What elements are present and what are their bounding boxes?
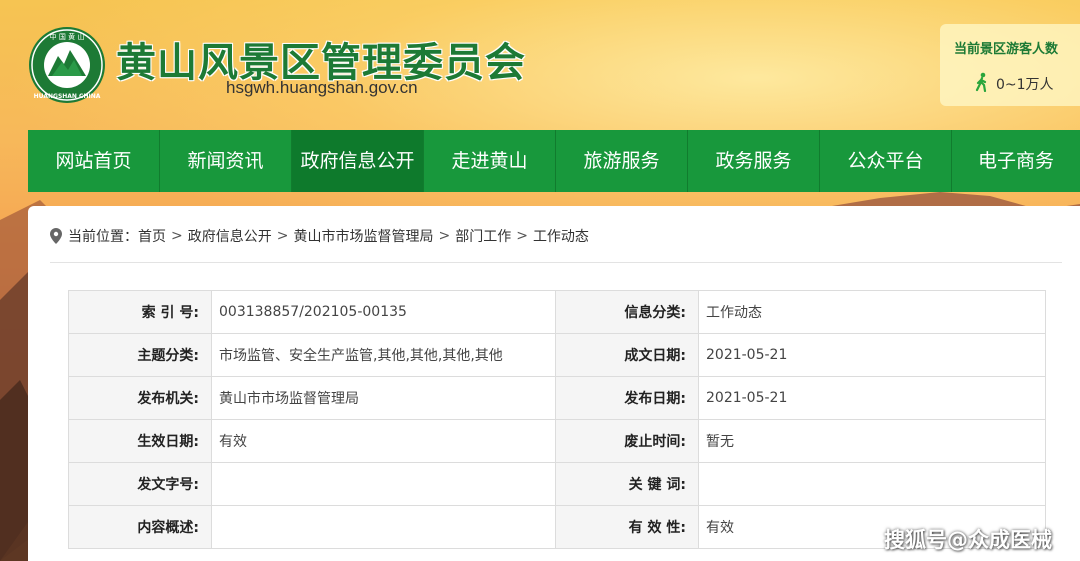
nav-item-tourism[interactable]: 旅游服务 (556, 130, 688, 192)
watermark: 搜狐号@众成医械 (884, 528, 1052, 552)
value-doc-number (211, 462, 556, 506)
value-written-date: 2021-05-21 (698, 333, 1046, 377)
location-pin-icon (50, 228, 62, 244)
label-index-no: 索 引 号: (68, 290, 212, 334)
nav-item-home[interactable]: 网站首页 (28, 130, 160, 192)
nav-item-gov-services[interactable]: 政务服务 (688, 130, 820, 192)
table-row: 发文字号: 关 键 词: (68, 462, 1046, 506)
breadcrumb-item-market-bureau[interactable]: 黄山市市场监督管理局 (293, 226, 433, 246)
breadcrumb-separator: > (516, 228, 528, 244)
label-keywords: 关 键 词: (555, 462, 699, 506)
breadcrumb-item-gov-info[interactable]: 政府信息公开 (188, 226, 272, 246)
value-keywords (698, 462, 1046, 506)
value-summary (211, 505, 556, 549)
visitor-count-panel: 当前景区游客人数 0~1万人 (940, 24, 1080, 106)
logo-text-bottom: HUANGSHAN CHINA (34, 93, 101, 100)
breadcrumb-item-home[interactable]: 首页 (138, 226, 166, 246)
header: 中 国 黄 山 HUANGSHAN CHINA 黄山风景区管理委员会 hsgwh… (0, 0, 1080, 130)
nav-item-ecommerce[interactable]: 电子商务 (952, 130, 1080, 192)
nav-item-public-platform[interactable]: 公众平台 (820, 130, 952, 192)
label-publisher: 发布机关: (68, 376, 212, 420)
breadcrumb-item-dept-work[interactable]: 部门工作 (455, 226, 511, 246)
label-publish-date: 发布日期: (555, 376, 699, 420)
breadcrumb-prefix: 当前位置： (68, 229, 138, 245)
content-panel: 当前位置： 首页 > 政府信息公开 > 黄山市市场监督管理局 > 部门工作 > … (28, 206, 1080, 561)
value-topic-category: 市场监管、安全生产监管,其他,其他,其他,其他 (211, 333, 556, 377)
label-validity: 有 效 性: (555, 505, 699, 549)
value-index-no: 003138857/202105-00135 (211, 290, 556, 334)
walker-icon (975, 72, 987, 92)
site-url: hsgwh.huangshan.gov.cn (226, 78, 418, 97)
logo-text-top: 中 国 黄 山 (50, 32, 85, 41)
label-doc-number: 发文字号: (68, 462, 212, 506)
table-row: 索 引 号: 003138857/202105-00135 信息分类: 工作动态 (68, 290, 1046, 334)
table-row: 发布机关: 黄山市市场监督管理局 发布日期: 2021-05-21 (68, 376, 1046, 420)
value-effective-date: 有效 (211, 419, 556, 463)
label-written-date: 成文日期: (555, 333, 699, 377)
info-table: 索 引 号: 003138857/202105-00135 信息分类: 工作动态… (68, 290, 1046, 549)
table-row: 生效日期: 有效 废止时间: 暂无 (68, 419, 1046, 463)
divider (50, 262, 1062, 263)
label-effective-date: 生效日期: (68, 419, 212, 463)
value-info-category: 工作动态 (698, 290, 1046, 334)
nav-item-gov-info[interactable]: 政府信息公开 (292, 130, 424, 192)
value-publish-date: 2021-05-21 (698, 376, 1046, 420)
nav-item-news[interactable]: 新闻资讯 (160, 130, 292, 192)
visitor-title: 当前景区游客人数 (954, 42, 1059, 57)
main-nav: 网站首页 新闻资讯 政府信息公开 走进黄山 旅游服务 政务服务 公众平台 电子商… (28, 130, 1080, 192)
value-publisher: 黄山市市场监督管理局 (211, 376, 556, 420)
label-topic-category: 主题分类: (68, 333, 212, 377)
label-summary: 内容概述: (68, 505, 212, 549)
visitor-count: 0~1万人 (996, 77, 1054, 93)
breadcrumb-separator: > (438, 228, 451, 244)
label-expiry-time: 废止时间: (555, 419, 699, 463)
label-info-category: 信息分类: (555, 290, 699, 334)
table-row: 主题分类: 市场监管、安全生产监管,其他,其他,其他,其他 成文日期: 2021… (68, 333, 1046, 377)
huangshan-logo[interactable]: 中 国 黄 山 HUANGSHAN CHINA (28, 26, 106, 104)
breadcrumb-item-work-news[interactable]: 工作动态 (533, 226, 589, 246)
breadcrumb: 当前位置： 首页 > 政府信息公开 > 黄山市市场监督管理局 > 部门工作 > … (50, 226, 589, 246)
value-expiry-time: 暂无 (698, 419, 1046, 463)
breadcrumb-separator: > (171, 228, 183, 244)
nav-item-about-huangshan[interactable]: 走进黄山 (424, 130, 556, 192)
breadcrumb-separator: > (276, 228, 289, 244)
